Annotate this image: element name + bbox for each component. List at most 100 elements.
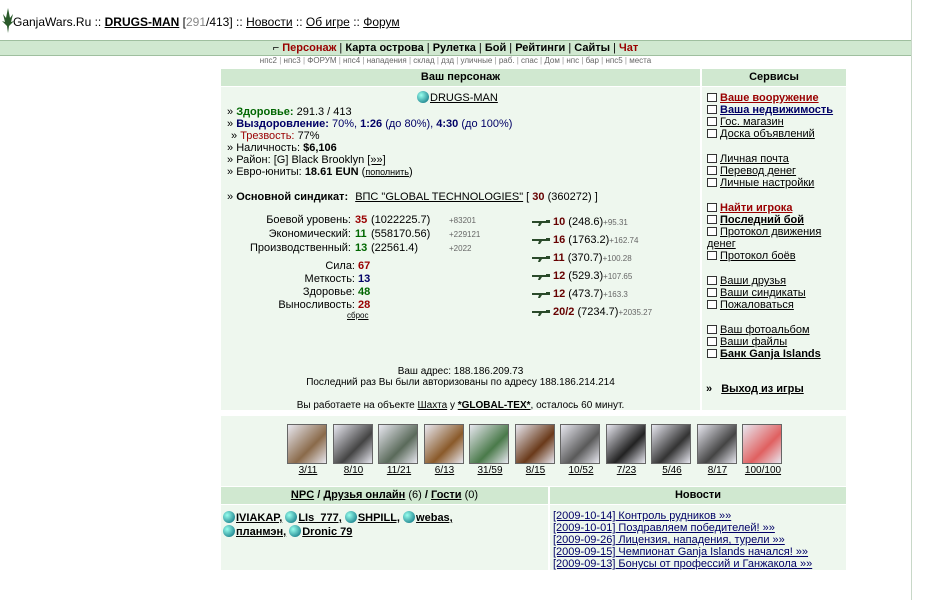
subnav-item-6[interactable]: дзд [441,56,454,65]
phone-icon [605,424,646,464]
service-link-0-0[interactable]: Ваше вооружение [720,92,819,104]
service-link-4-0[interactable]: Ваш фотоальбом [720,324,810,336]
level-label: Боевой уровень: [266,214,351,226]
npc-link[interactable]: NPC [291,489,314,501]
equipment-item-medkit[interactable]: 100/100 [742,424,784,476]
subnav-item-1[interactable]: нпс3 [284,56,301,65]
equipment-item-phone[interactable]: 7/23 [605,424,648,476]
weapon-plus: +2035.27 [618,308,653,317]
house-icon [707,105,717,114]
subnav-item-4[interactable]: нападения [367,56,407,65]
reset-link[interactable]: сброс [347,311,368,320]
nick-link[interactable]: DRUGS-MAN [105,15,180,29]
euro-topup-link[interactable]: пополнить [365,167,409,177]
level-value: 11 [355,228,367,240]
gun-icon: ⌐ [272,42,283,54]
online-user[interactable]: webas, [416,512,453,524]
equipment-item-assault-rifle[interactable]: 3/11 [287,424,329,476]
item-durability[interactable]: 11/21 [378,465,420,476]
news-item[interactable]: [2009-10-01] Поздравляем победителей! »» [553,522,775,534]
item-durability[interactable]: 10/52 [560,465,602,476]
subnav-item-10[interactable]: Дом [544,56,559,65]
service-link-0-2[interactable]: Гос. магазин [720,116,784,128]
service-link-2-3[interactable]: Протокол боёв [720,250,796,262]
item-durability[interactable]: 3/11 [287,465,329,476]
service-link-3-2[interactable]: Пожаловаться [720,299,794,311]
item-durability[interactable]: 8/17 [697,465,739,476]
service-link-2-1[interactable]: Последний бой [720,214,804,226]
subnav-item-13[interactable]: нпс5 [605,56,622,65]
news-item[interactable]: [2009-09-15] Чемпионат Ganja Islands нач… [553,546,808,558]
about-game-link[interactable]: Об игре [306,15,350,29]
equipment-item-helicopter[interactable]: 10/52 [560,424,602,476]
service-link-0-1[interactable]: Ваша недвижимость [720,104,833,116]
subnav-item-3[interactable]: нпс4 [343,56,360,65]
equipment-item-helmet[interactable]: 11/21 [378,424,420,476]
online-user[interactable]: LIs_777, [298,512,341,524]
nav-item-5[interactable]: Сайты [574,42,610,54]
guests-link[interactable]: Гости [431,489,462,501]
online-user[interactable]: SHPILL, [358,512,400,524]
item-durability[interactable]: 6/13 [424,465,466,476]
news-item[interactable]: [2009-09-26] Лицензия, нападения, турели… [553,534,785,546]
item-durability[interactable]: 5/46 [651,465,693,476]
item-durability[interactable]: 100/100 [742,465,784,476]
subnav-item-2[interactable]: ФОРУМ [307,56,336,65]
syndicate-link[interactable]: ВПС "GLOBAL TECHNOLOGIES" [355,191,523,203]
nav-item-0[interactable]: Персонаж [282,42,336,54]
news-link[interactable]: Новости [246,15,292,29]
subnav-item-11[interactable]: нпс [566,56,579,65]
online-slash: / [424,489,428,501]
equipment-item-shovel[interactable]: 5/46 [651,424,693,476]
item-durability[interactable]: 31/59 [469,465,511,476]
subnav-item-8[interactable]: раб. [499,56,515,65]
nav-item-2[interactable]: Рулетка [433,42,476,54]
item-durability[interactable]: 8/15 [515,465,557,476]
subnav-item-7[interactable]: уличные [461,56,493,65]
online-user[interactable]: планмэн, [236,526,286,538]
recovery-time-100: 4:30 [436,118,459,130]
news-item[interactable]: [2009-09-13] Бонусы от профессий и Ганжа… [553,558,812,570]
shovel-icon [651,424,691,464]
service-link-1-0[interactable]: Личная почта [720,153,789,165]
equipment-item-belt[interactable]: 8/10 [332,424,375,476]
user-badge-icon [223,525,235,537]
news-item[interactable]: [2009-10-14] Контроль рудников »» [553,510,731,522]
subnav-item-12[interactable]: бар [586,56,599,65]
service-link-1-1[interactable]: Перевод денег [720,165,796,177]
service-link-2-0[interactable]: Найти игрока [720,202,792,214]
forum-link[interactable]: Форум [363,15,399,29]
equipment-item-binoculars[interactable]: 8/17 [696,424,739,476]
service-link-3-1[interactable]: Ваши синдикаты [720,287,806,299]
subnav-item-14[interactable]: места [629,56,651,65]
nav-item-4[interactable]: Рейтинги [515,42,565,54]
service-link-2-2[interactable]: Протокол движения денег [707,226,821,250]
nav-item-3[interactable]: Бой [485,42,506,54]
friends-online-link[interactable]: Друзья онлайн [323,489,405,501]
weapon-exp: (7234.7) [574,306,619,318]
equipment-item-boots[interactable]: 8/15 [514,424,557,476]
subnav-item-9[interactable]: спас [521,56,538,65]
nav-item-6[interactable]: Чат [619,42,638,54]
service-link-0-3[interactable]: Доска объявлений [720,128,815,140]
service-row: Протокол движения денег [707,226,841,250]
service-link-4-1[interactable]: Ваши файлы [720,336,787,348]
news-panel: [2009-10-14] Контроль рудников »» [2009-1… [550,505,846,570]
character-nick[interactable]: DRUGS-MAN [430,92,498,104]
online-user[interactable]: IVIAKAP, [236,512,282,524]
subnav-item-5[interactable]: склад [413,56,434,65]
item-durability[interactable]: 7/23 [606,465,648,476]
service-link-4-2[interactable]: Банк Ganja Islands [720,348,821,360]
item-durability[interactable]: 8/10 [333,465,375,476]
service-link-3-0[interactable]: Ваши друзья [720,275,786,287]
nav-item-1[interactable]: Карта острова [345,42,423,54]
work-owner-link[interactable]: *GLOBAL-TEX* [458,400,531,411]
exit-game-link[interactable]: Выход из игры [721,383,804,395]
work-object-link[interactable]: Шахта [418,400,448,411]
equipment-item-camo-suit[interactable]: 31/59 [469,424,511,476]
district-link[interactable]: [»»] [367,154,385,166]
subnav-item-0[interactable]: нпс2 [260,56,277,65]
service-link-1-2[interactable]: Личные настройки [720,177,814,189]
equipment-item-vest[interactable]: 6/13 [423,424,466,476]
online-user[interactable]: Dronic 79 [302,526,352,538]
